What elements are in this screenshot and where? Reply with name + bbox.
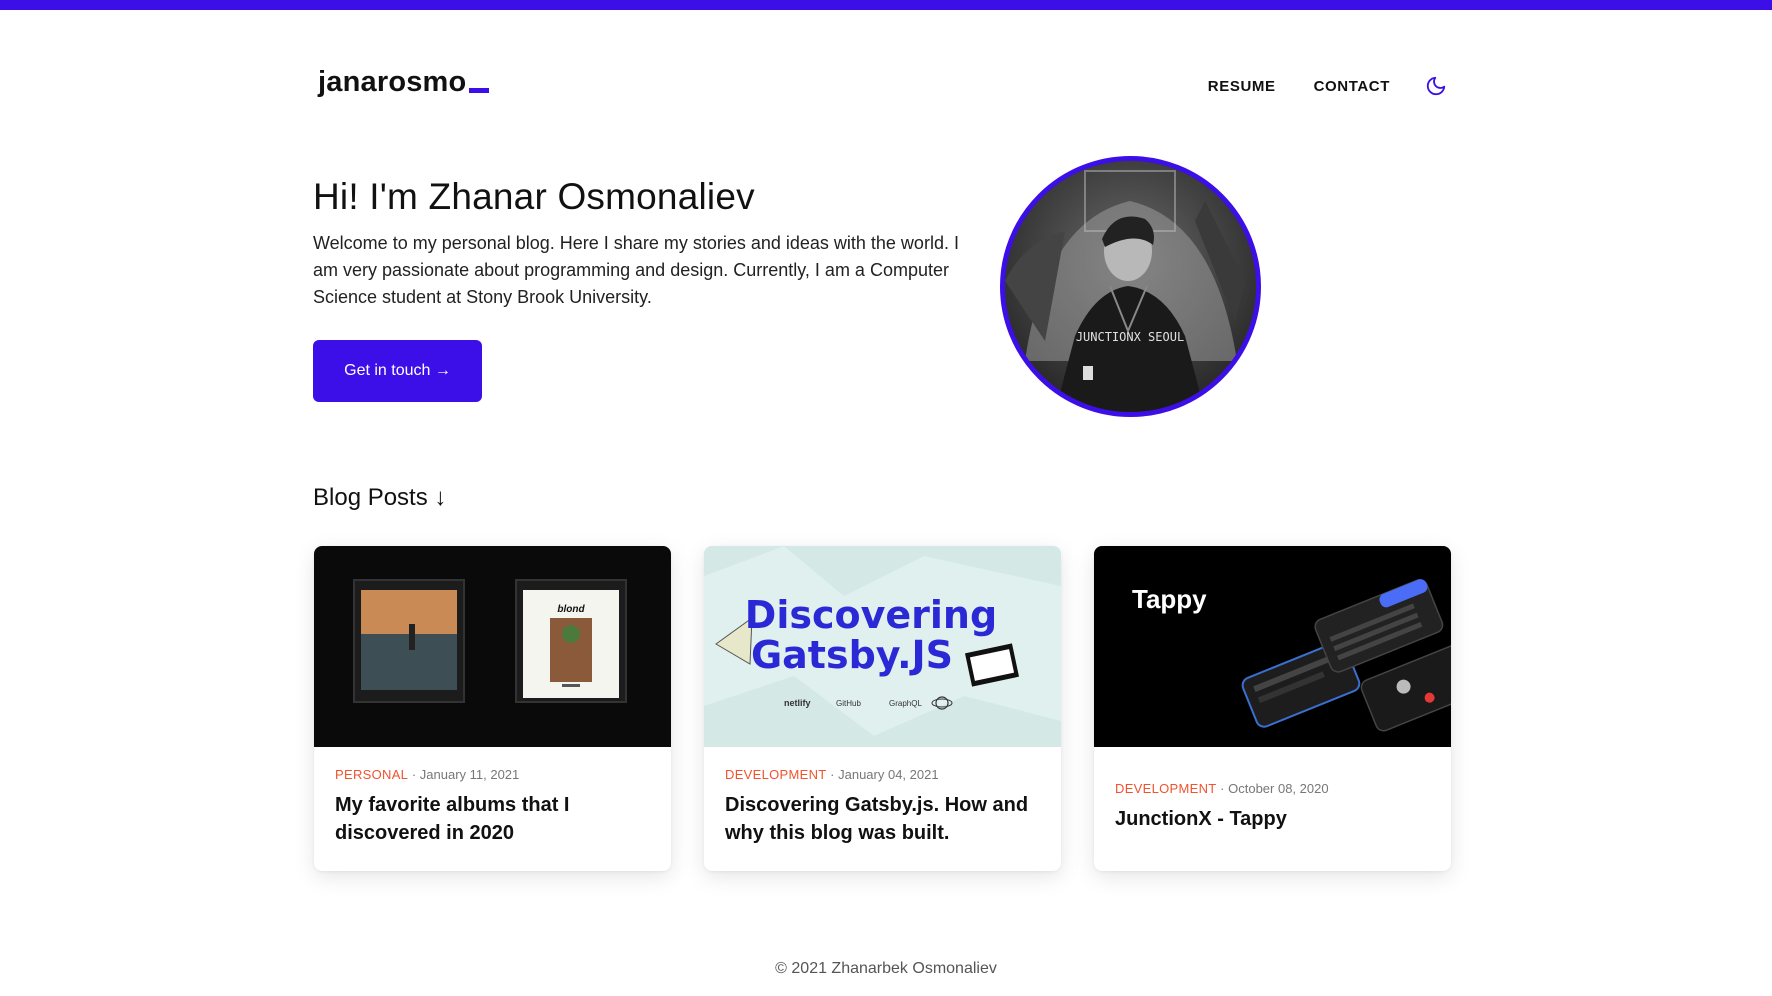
cover-logo-github: GitHub	[836, 699, 861, 708]
post-meta: DEVELOPMENT · October 08, 2020	[1115, 781, 1430, 796]
site-footer: © 2021 Zhanarbek Osmonaliev	[0, 960, 1772, 978]
cover-logo-graphql: GraphQL	[889, 699, 922, 708]
post-title[interactable]: JunctionX - Tappy	[1115, 805, 1430, 833]
album-cover-text: blond	[557, 604, 585, 615]
blog-posts-heading: Blog Posts ↓	[313, 484, 447, 511]
hero-title: Hi! I'm Zhanar Osmonaliev	[313, 176, 755, 217]
post-title[interactable]: Discovering Gatsby.js. How and why this …	[725, 791, 1040, 847]
post-date: · October 08, 2020	[1220, 781, 1329, 796]
site-header: janarosmo RESUME CONTACT	[318, 62, 1450, 112]
hero-section: Hi! I'm Zhanar Osmonaliev Welcome to my …	[313, 174, 963, 311]
get-in-touch-button[interactable]: Get in touch →	[313, 340, 482, 402]
blog-post-card[interactable]: Tappy DEVELOPMENT · October 08, 2020 Jun…	[1094, 546, 1451, 871]
post-category[interactable]: DEVELOPMENT	[725, 767, 827, 782]
theme-toggle-button[interactable]	[1422, 72, 1450, 100]
cover-app-name: Tappy	[1132, 584, 1207, 614]
cover-logo-netlify: netlify	[784, 698, 811, 708]
avatar-shirt-text: JUNCTIONX SEOUL	[1076, 330, 1184, 344]
site-logo[interactable]: janarosmo	[318, 66, 490, 99]
post-title[interactable]: My favorite albums that I discovered in …	[335, 791, 650, 847]
blog-post-card[interactable]: blond PERSONAL · January 11, 2021 My fav…	[314, 546, 671, 871]
hero-description: Welcome to my personal blog. Here I shar…	[313, 233, 959, 307]
cover-title-line-1: Discovering	[745, 593, 997, 637]
profile-avatar: JUNCTIONX SEOUL	[1000, 156, 1261, 417]
post-cover-tappy: Tappy	[1094, 546, 1451, 747]
post-category[interactable]: PERSONAL	[335, 767, 408, 782]
post-category[interactable]: DEVELOPMENT	[1115, 781, 1217, 796]
post-meta: PERSONAL · January 11, 2021	[335, 767, 650, 782]
avatar-photo: JUNCTIONX SEOUL	[1005, 161, 1256, 412]
top-accent-bar	[0, 0, 1772, 10]
post-date: · January 04, 2021	[830, 767, 939, 782]
post-cover-gatsby: Discovering Gatsby.JS netlify GitHub Gra…	[704, 546, 1061, 747]
cover-title-line-2: Gatsby.JS	[751, 633, 953, 677]
post-cover-albums: blond	[314, 546, 671, 747]
nav-resume-link[interactable]: RESUME	[1208, 78, 1276, 95]
post-date: · January 11, 2021	[411, 767, 520, 782]
moon-icon	[1426, 76, 1446, 96]
post-meta: DEVELOPMENT · January 04, 2021	[725, 767, 1040, 782]
main-nav: RESUME CONTACT	[1208, 72, 1450, 100]
nav-contact-link[interactable]: CONTACT	[1314, 78, 1390, 95]
logo-cursor	[469, 88, 490, 93]
blog-post-card[interactable]: Discovering Gatsby.JS netlify GitHub Gra…	[704, 546, 1061, 871]
blog-post-list: blond PERSONAL · January 11, 2021 My fav…	[314, 546, 1451, 871]
logo-text: janarosmo	[318, 66, 467, 98]
footer-copyright: © 2021 Zhanarbek Osmonaliev	[775, 960, 997, 977]
